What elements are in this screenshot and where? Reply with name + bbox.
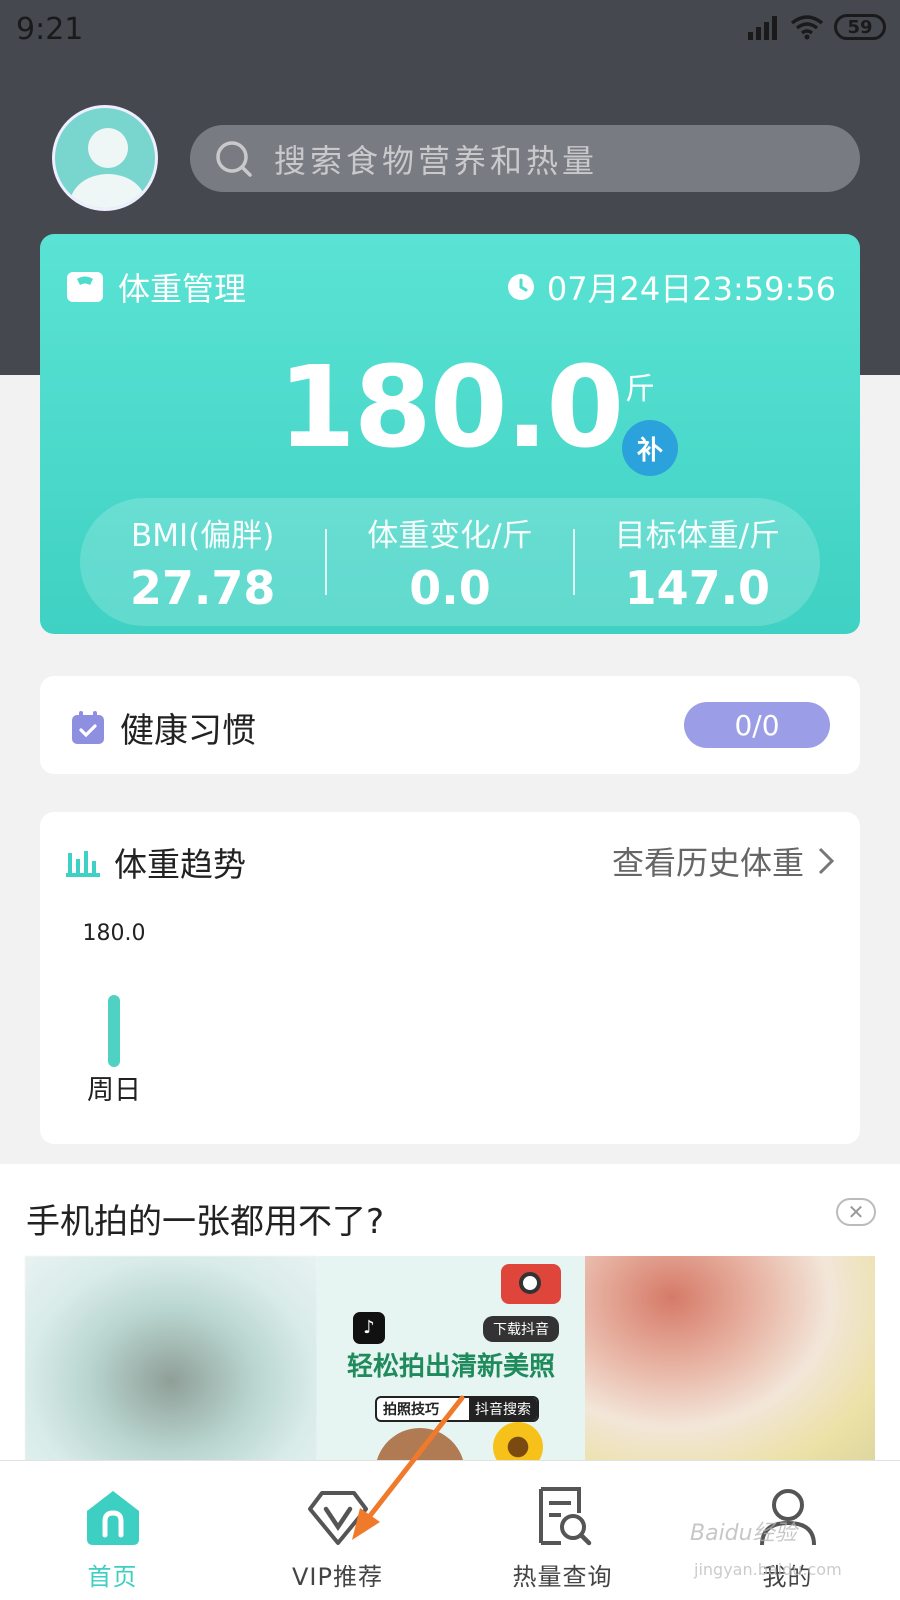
stat-label: 目标体重/斤 xyxy=(614,517,781,554)
tab-label: 热量查询 xyxy=(512,1563,613,1591)
ad-image-middle[interactable]: ♪ 下载抖音 轻松拍出清新美照 拍照技巧 抖音搜索 xyxy=(317,1256,585,1464)
home-icon xyxy=(86,1491,139,1545)
close-icon: ✕ xyxy=(847,1200,865,1224)
ad-banner[interactable]: 手机拍的一张都用不了? ✕ ♪ 下载抖音 轻松拍出清新美照 拍照技巧 抖音搜索 xyxy=(0,1164,900,1464)
ad-image-right[interactable] xyxy=(585,1256,875,1464)
weight-management-card[interactable]: 体重管理 07月24日23:59:56 180.0 斤 补 BMI(偏胖) 27… xyxy=(40,234,860,634)
habit-title: 健康习惯 xyxy=(120,711,256,751)
chart-category-label: 周日 xyxy=(87,1075,141,1106)
stat-label: BMI(偏胖) xyxy=(130,517,275,554)
weight-trend-chart: 180.0 周日 xyxy=(83,921,146,1106)
camera-icon xyxy=(501,1264,561,1304)
ad-image-left[interactable] xyxy=(25,1256,317,1464)
tab-vip[interactable]: VIP推荐 xyxy=(225,1461,450,1600)
vip-icon xyxy=(307,1491,368,1545)
watermark-logo: Baidu经验 xyxy=(690,1521,797,1546)
weight-card-header: 体重管理 xyxy=(66,264,246,310)
chart-bar xyxy=(108,995,120,1067)
ad-download-tag: 下载抖音 xyxy=(483,1316,559,1342)
search-placeholder: 搜索食物营养和热量 xyxy=(274,141,599,180)
ad-portrait xyxy=(375,1428,465,1464)
wifi-icon xyxy=(790,15,824,40)
weight-card-time: 07月24日23:59:56 xyxy=(507,264,836,310)
clock-icon xyxy=(507,274,534,300)
weight-stats: BMI(偏胖) 27.78 体重变化/斤 0.0 目标体重/斤 147.0 xyxy=(80,498,820,626)
ad-title: 手机拍的一张都用不了? xyxy=(26,1202,385,1242)
status-bar: 9:21 59 xyxy=(0,0,900,62)
avatar[interactable] xyxy=(52,105,158,211)
stat-bmi: BMI(偏胖) 27.78 xyxy=(80,510,325,615)
chart-value-label: 180.0 xyxy=(83,921,146,946)
tab-label: VIP推荐 xyxy=(292,1563,383,1591)
search-icon xyxy=(216,140,252,177)
battery-indicator: 59 xyxy=(834,14,886,40)
current-weight-value: 180.0 xyxy=(277,343,624,473)
ad-close-button[interactable]: ✕ xyxy=(836,1198,876,1226)
tab-label: 首页 xyxy=(87,1563,138,1591)
habit-progress-badge: 0/0 xyxy=(684,702,830,748)
supplement-record-button[interactable]: 补 xyxy=(622,420,678,476)
watermark-url: jingyan.baidu.com xyxy=(694,1560,842,1579)
ad-search-box: 拍照技巧 抖音搜索 xyxy=(375,1396,539,1422)
calendar-check-icon xyxy=(72,710,104,744)
weight-card-title: 体重管理 xyxy=(118,270,247,308)
calorie-search-icon xyxy=(538,1487,591,1546)
stat-label: 体重变化/斤 xyxy=(367,517,533,554)
ad-headline: 轻松拍出清新美照 xyxy=(346,1352,555,1382)
status-icons: 59 xyxy=(746,14,886,40)
stat-value: 147.0 xyxy=(624,560,771,615)
health-habits-card[interactable]: 健康习惯 0/0 xyxy=(40,676,860,774)
stat-value: 27.78 xyxy=(129,560,276,615)
tab-calorie-search[interactable]: 热量查询 xyxy=(450,1461,675,1600)
sunflower-icon xyxy=(493,1422,543,1464)
weight-unit: 斤 xyxy=(625,372,655,407)
status-time: 9:21 xyxy=(16,12,84,47)
search-bar[interactable]: 搜索食物营养和热量 xyxy=(190,125,860,192)
stat-value: 0.0 xyxy=(409,560,491,615)
ad-search-button: 抖音搜索 xyxy=(469,1398,537,1420)
stat-target-weight[interactable]: 目标体重/斤 147.0 xyxy=(575,510,820,615)
weight-timestamp: 07月24日23:59:56 xyxy=(546,270,836,308)
signal-icon xyxy=(748,16,777,40)
scale-icon xyxy=(67,272,103,302)
ad-search-query: 拍照技巧 xyxy=(383,1402,439,1418)
weight-trend-card: 体重趋势 查看历史体重 180.0 周日 xyxy=(40,812,860,1144)
habit-header: 健康习惯 xyxy=(70,703,256,752)
stat-weight-change: 体重变化/斤 0.0 xyxy=(327,510,572,615)
tab-home[interactable]: 首页 xyxy=(0,1461,225,1600)
tiktok-logo-icon: ♪ xyxy=(353,1312,385,1344)
